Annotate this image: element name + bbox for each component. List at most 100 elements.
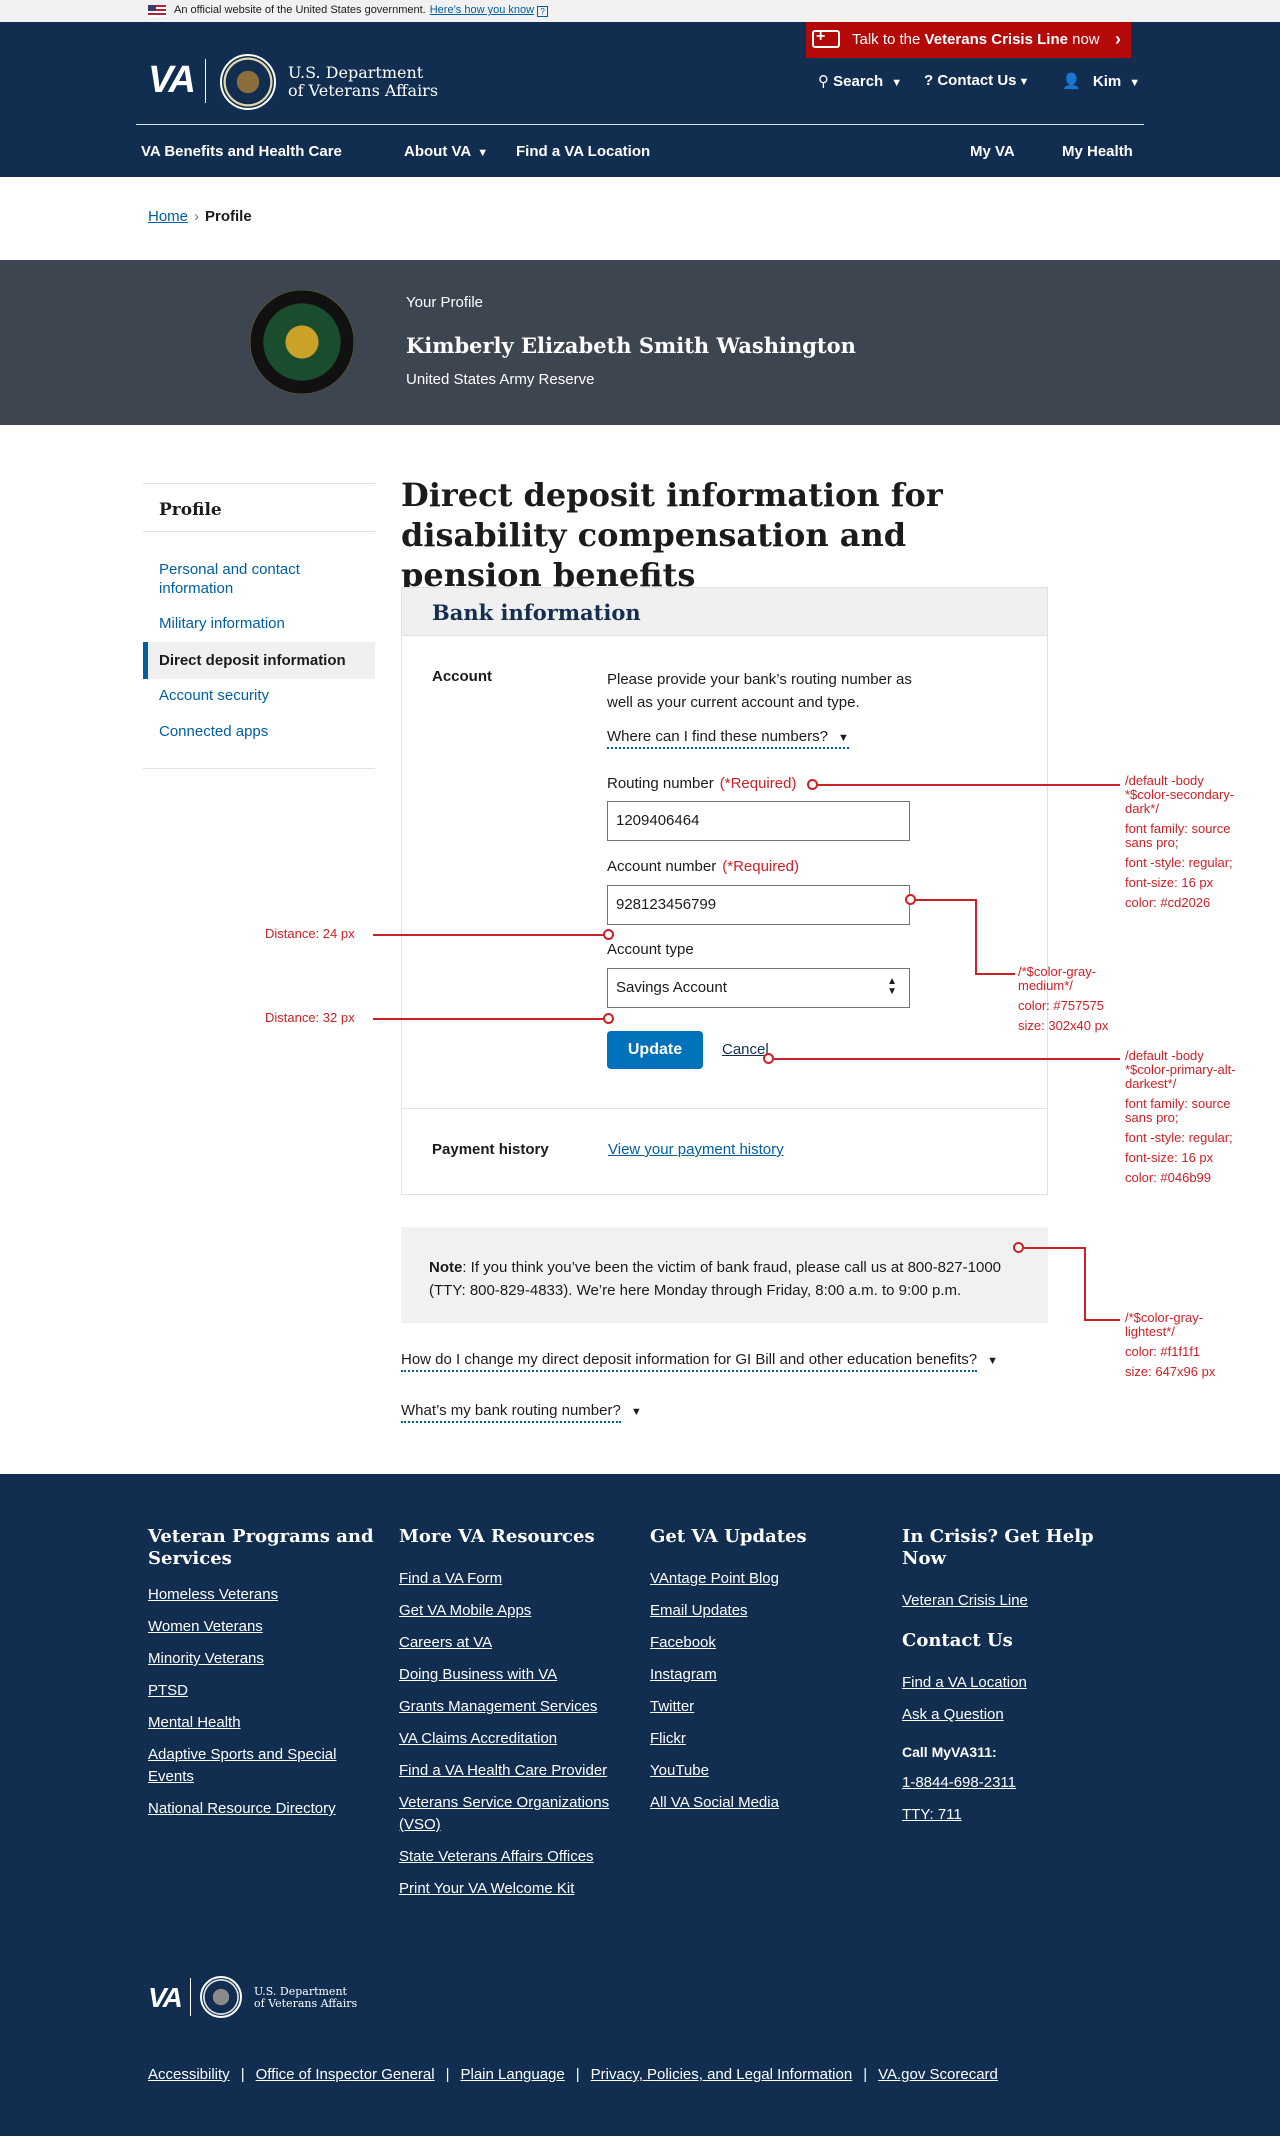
footer-link[interactable]: All VA Social Media xyxy=(650,1792,880,1814)
footer-link[interactable]: Veteran Crisis Line xyxy=(902,1590,1132,1612)
official-text: An official website of the United States… xyxy=(174,4,426,16)
nav-find-location[interactable]: Find a VA Location xyxy=(516,143,650,160)
footer-link[interactable]: Twitter xyxy=(650,1696,880,1718)
footer-link[interactable]: Homeless Veterans xyxy=(148,1584,378,1606)
card-divider xyxy=(402,1108,1047,1109)
logo-divider xyxy=(190,1978,191,2016)
crisis-line-button[interactable]: Talk to the Veterans Crisis Line now › xyxy=(806,22,1131,58)
department-name: U.S. Department of Veterans Affairs xyxy=(288,63,439,100)
user-icon: 👤 xyxy=(1062,73,1081,90)
account-label: Account xyxy=(432,668,492,685)
sidebar-item-military[interactable]: Military information xyxy=(143,615,375,632)
sidebar-item-personal[interactable]: Personal and contact information xyxy=(143,560,375,598)
call-myva311-label: Call MyVA311: xyxy=(902,1744,997,1760)
footer-heading: Get VA Updates xyxy=(650,1526,807,1547)
footer-link[interactable]: Veterans Service Organizations (VSO) xyxy=(399,1792,629,1836)
annotation-line xyxy=(774,1058,1120,1060)
routing-number-label: Routing number (*Required) xyxy=(607,775,797,792)
crisis-suffix: now xyxy=(1067,31,1100,48)
footer-link[interactable]: Email Updates xyxy=(650,1600,880,1622)
routing-number-input[interactable]: 1209406464 xyxy=(607,801,910,841)
footer-link[interactable]: Print Your VA Welcome Kit xyxy=(399,1878,629,1900)
annotation-marker xyxy=(807,779,818,790)
footer-link[interactable]: PTSD xyxy=(148,1680,378,1702)
sidebar-bottom-divider xyxy=(143,768,375,769)
page-title: Direct deposit information for disabilit… xyxy=(401,476,943,594)
user-menu-button[interactable]: 👤 Kim ▼ xyxy=(1062,72,1140,90)
account-number-input[interactable]: 928123456799 xyxy=(607,885,910,925)
bank-information-card: Bank information Account Please provide … xyxy=(401,587,1048,1195)
routing-number-accordion[interactable]: What’s my bank routing number? ▼ xyxy=(401,1402,642,1423)
nav-about[interactable]: About VA ▼ xyxy=(404,143,488,160)
footer-link[interactable]: VA Claims Accreditation xyxy=(399,1728,629,1750)
crisis-bold: Veterans Crisis Line xyxy=(924,31,1068,48)
annotation-line xyxy=(975,899,977,975)
user-name: Kim xyxy=(1092,73,1122,90)
footer-link[interactable]: National Resource Directory xyxy=(148,1798,378,1820)
annotation-note-style: /*$color-gray-lightest*/color: #f1f1f1 si… xyxy=(1125,1310,1216,1379)
profile-sidebar: Profile Personal and contact information… xyxy=(143,483,375,769)
bank-fraud-note: Note: If you think you’ve been the victi… xyxy=(401,1227,1048,1323)
footer-privacy-link[interactable]: Privacy, Policies, and Legal Information xyxy=(591,2066,853,2083)
breadcrumb-separator: › xyxy=(194,208,200,225)
profile-hero: Your Profile Kimberly Elizabeth Smith Wa… xyxy=(0,260,1280,425)
footer-link[interactable]: Instagram xyxy=(650,1664,880,1686)
footer-col-resources: More VA Resources Find a VA Form Get VA … xyxy=(399,1526,629,1910)
footer-oig-link[interactable]: Office of Inspector General xyxy=(256,2066,435,2083)
nav-my-va[interactable]: My VA xyxy=(970,143,1015,160)
account-type-select[interactable]: Savings Account ▲ ▼ xyxy=(607,968,910,1008)
footer-link[interactable]: Minority Veterans xyxy=(148,1648,378,1670)
note-label: Note xyxy=(429,1259,463,1276)
footer-heading: In Crisis? Get Help Now xyxy=(902,1526,1094,1569)
search-button[interactable]: ⚲ Search ▼ xyxy=(818,72,902,90)
cancel-link[interactable]: Cancel xyxy=(722,1041,769,1058)
sidebar-item-connected-apps[interactable]: Connected apps xyxy=(143,723,375,740)
crisis-line-icon xyxy=(812,28,840,48)
footer-tty-link[interactable]: TTY: 711 xyxy=(902,1804,1132,1826)
annotation-marker xyxy=(603,929,614,940)
footer-phone-link[interactable]: 1-8844-698-2311 xyxy=(902,1772,1132,1794)
footer-link[interactable]: Grants Management Services xyxy=(399,1696,629,1718)
footer-link[interactable]: Find a VA Form xyxy=(399,1568,629,1590)
note-text: : If you think you’ve been the victim of… xyxy=(429,1259,1002,1299)
logo-divider xyxy=(205,59,206,103)
footer-link[interactable]: VAntage Point Blog xyxy=(650,1568,880,1590)
sidebar-item-direct-deposit[interactable]: Direct deposit information xyxy=(143,642,375,679)
footer-link[interactable]: Get VA Mobile Apps xyxy=(399,1600,629,1622)
footer-link[interactable]: Find a VA Health Care Provider xyxy=(399,1760,629,1782)
breadcrumb: Home › Profile xyxy=(148,208,252,225)
bank-card-header: Bank information xyxy=(402,588,1047,636)
footer-link[interactable]: Women Veterans xyxy=(148,1616,378,1638)
your-profile-label: Your Profile xyxy=(406,294,483,311)
footer-link[interactable]: Careers at VA xyxy=(399,1632,629,1654)
sidebar-item-account-security[interactable]: Account security xyxy=(143,687,375,704)
footer-link[interactable]: Flickr xyxy=(650,1728,880,1750)
footer-accessibility-link[interactable]: Accessibility xyxy=(148,2066,230,2083)
nav-my-health[interactable]: My Health xyxy=(1062,143,1133,160)
how-you-know-link[interactable]: Here’s how you know xyxy=(430,4,534,16)
footer-link[interactable]: Doing Business with VA xyxy=(399,1664,629,1686)
where-numbers-toggle[interactable]: Where can I find these numbers? ▼ xyxy=(607,728,849,749)
payment-history-link[interactable]: View your payment history xyxy=(608,1141,784,1158)
footer-link[interactable]: Ask a Question xyxy=(902,1704,1132,1726)
breadcrumb-home[interactable]: Home xyxy=(148,208,188,225)
chevron-down-icon: ▼ xyxy=(477,147,489,159)
help-icon[interactable]: ? xyxy=(537,6,549,17)
va-seal-icon xyxy=(220,54,276,110)
footer-plain-language-link[interactable]: Plain Language xyxy=(460,2066,564,2083)
gi-bill-accordion[interactable]: How do I change my direct deposit inform… xyxy=(401,1351,998,1372)
nav-benefits[interactable]: VA Benefits and Health Care xyxy=(141,143,342,160)
chevron-down-icon: ▼ xyxy=(837,732,849,744)
footer-scorecard-link[interactable]: VA.gov Scorecard xyxy=(878,2066,998,2083)
footer-link[interactable]: Facebook xyxy=(650,1632,880,1654)
footer-link[interactable]: State Veterans Affairs Offices xyxy=(399,1846,629,1868)
annotation-line xyxy=(373,934,605,936)
footer-link[interactable]: Find a VA Location xyxy=(902,1672,1132,1694)
footer-link[interactable]: YouTube xyxy=(650,1760,880,1782)
footer-link[interactable]: Adaptive Sports and Special Events xyxy=(148,1744,378,1788)
footer-link[interactable]: Mental Health xyxy=(148,1712,378,1734)
footer-col-crisis: In Crisis? Get Help Now Veteran Crisis L… xyxy=(902,1526,1132,1836)
contact-us-button[interactable]: ? Contact Us ▼ xyxy=(924,72,1029,89)
breadcrumb-current: Profile xyxy=(205,208,252,225)
update-button[interactable]: Update xyxy=(607,1031,703,1069)
